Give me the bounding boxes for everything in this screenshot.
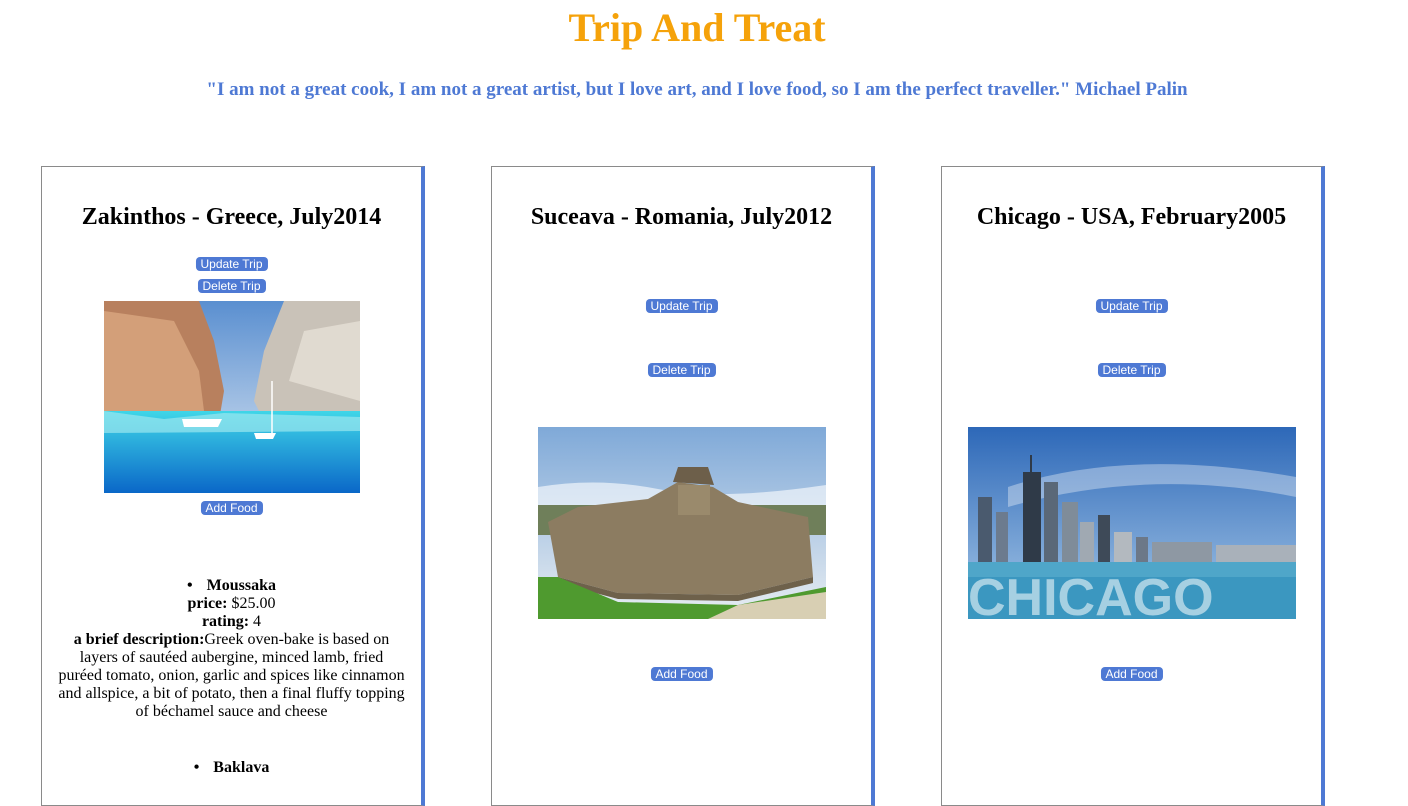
trip-photo-suceava	[537, 427, 826, 619]
site-title: Trip And Treat	[568, 5, 826, 50]
food-item: Moussaka price: $25.00 rating: 4 a brief…	[56, 577, 407, 721]
description-label: a brief description:	[73, 631, 205, 648]
food-rating: rating: 4	[56, 613, 407, 631]
food-name: Baklava	[194, 759, 269, 777]
trip-card-suceava: Suceava - Romania, July2012 Update Trip …	[491, 166, 875, 806]
rating-label: rating:	[201, 613, 250, 630]
update-trip-button[interactable]: Update Trip	[195, 257, 268, 271]
food-name: Moussaka	[187, 577, 276, 595]
trip-title: Suceava - Romania, July2012	[530, 204, 833, 230]
food-item: Baklava	[56, 759, 407, 777]
delete-trip-button[interactable]: Delete Trip	[647, 363, 716, 377]
trip-photo-chicago: CHICAGO	[967, 427, 1296, 619]
food-description: a brief description:Greek oven-bake is b…	[56, 631, 407, 721]
trip-card-chicago: Chicago - USA, February2005 Update Trip …	[941, 166, 1325, 806]
trip-title: Zakinthos - Greece, July2014	[81, 204, 382, 230]
price-value: $25.00	[231, 595, 276, 612]
food-list: Moussaka price: $25.00 rating: 4 a brief…	[56, 577, 407, 805]
delete-trip-button[interactable]: Delete Trip	[1097, 363, 1166, 377]
photo-caption: CHICAGO	[968, 569, 1214, 619]
update-trip-button[interactable]: Update Trip	[645, 299, 718, 313]
header-quote: "I am not a great cook, I am not a great…	[206, 79, 1188, 100]
delete-trip-button[interactable]: Delete Trip	[197, 279, 266, 293]
trip-card-zakinthos: Zakinthos - Greece, July2014 Update Trip…	[41, 166, 425, 806]
food-price: price: $25.00	[56, 595, 407, 613]
add-food-button[interactable]: Add Food	[650, 667, 713, 681]
price-label: price:	[187, 595, 228, 612]
add-food-button[interactable]: Add Food	[1100, 667, 1163, 681]
trip-title: Chicago - USA, February2005	[976, 204, 1287, 230]
trip-photo-zakinthos	[103, 301, 360, 493]
add-food-button[interactable]: Add Food	[200, 501, 263, 515]
update-trip-button[interactable]: Update Trip	[1095, 299, 1168, 313]
rating-value: 4	[253, 613, 262, 630]
